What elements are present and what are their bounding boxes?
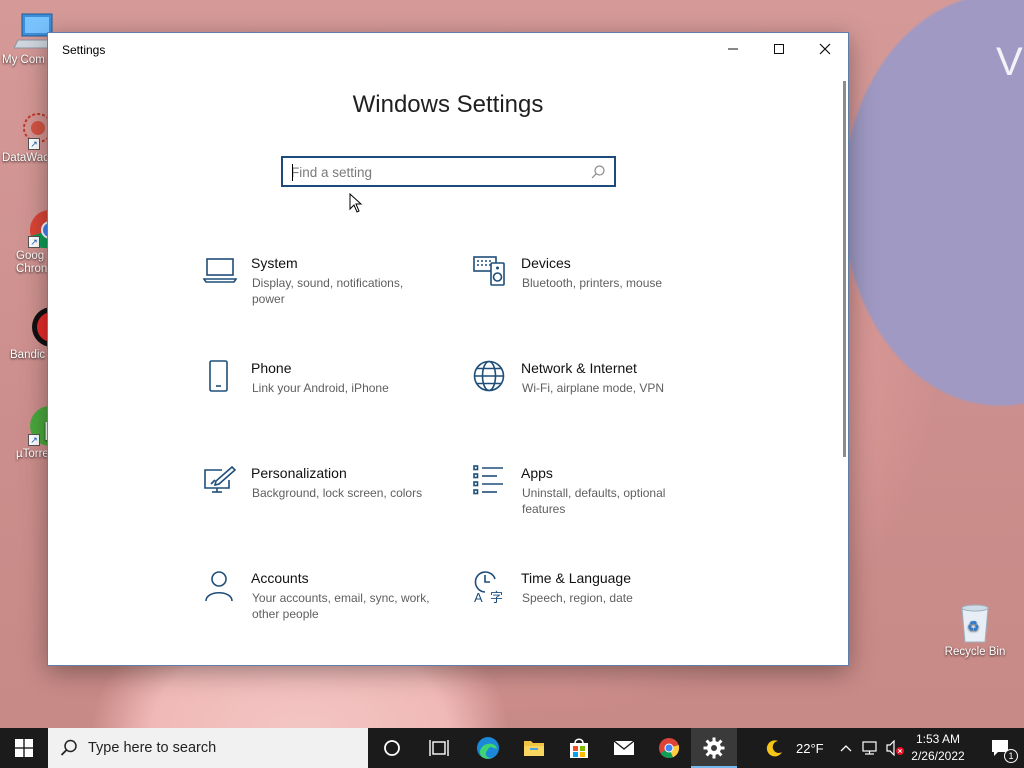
mail-icon	[613, 740, 635, 755]
gear-icon	[703, 737, 725, 759]
clock-date: 2/26/2022	[911, 749, 965, 763]
network-tray-button[interactable]	[858, 728, 882, 768]
search-icon	[60, 739, 77, 756]
tile-accounts[interactable]: Accounts Your accounts, email, sync, wor…	[203, 570, 443, 640]
tile-system[interactable]: System Display, sound, notifications, po…	[203, 255, 443, 325]
taskbar-file-explorer[interactable]	[511, 728, 557, 768]
title-bar[interactable]: Settings	[48, 33, 848, 67]
notification-count-badge: 1	[1004, 749, 1018, 763]
volume-tray-button[interactable]	[883, 728, 907, 768]
network-icon	[862, 741, 877, 755]
windows-logo-icon	[15, 739, 33, 757]
apps-icon	[473, 465, 503, 495]
search-input[interactable]	[291, 162, 581, 182]
personalization-icon	[204, 465, 237, 493]
chevron-up-icon	[840, 745, 852, 752]
clock[interactable]: 1:53 AM 2/26/2022	[906, 728, 970, 768]
tile-description: Link your Android, iPhone	[252, 381, 389, 395]
tile-apps[interactable]: Apps Uninstall, defaults, optional featu…	[473, 465, 713, 535]
settings-window: Settings Windows Settings System Display…	[47, 32, 849, 666]
search-icon[interactable]	[590, 164, 606, 180]
desktop-icon-label: Recycle Bin	[944, 646, 1006, 658]
task-view-icon	[429, 740, 449, 756]
folder-icon	[524, 741, 544, 756]
person-icon	[205, 571, 233, 602]
globe-icon	[473, 360, 505, 392]
scrollbar[interactable]	[843, 81, 846, 457]
maximize-icon	[774, 44, 784, 54]
window-title: Settings	[62, 43, 106, 57]
weather-temperature: 22°F	[796, 741, 824, 756]
chrome-icon	[659, 738, 680, 758]
tile-title: Time & Language	[521, 570, 631, 586]
taskbar-settings[interactable]	[691, 728, 737, 768]
maximize-button[interactable]	[756, 33, 802, 65]
page-title: Windows Settings	[352, 91, 544, 118]
svg-text:A: A	[474, 590, 483, 604]
wallpaper-decoration: V	[996, 40, 1023, 84]
show-hidden-icons-button[interactable]	[836, 728, 856, 768]
tile-phone[interactable]: Phone Link your Android, iPhone	[203, 360, 443, 430]
tile-description: Background, lock screen, colors	[252, 486, 423, 500]
taskbar-edge[interactable]	[465, 728, 511, 768]
taskbar-chrome[interactable]	[646, 728, 692, 768]
svg-text:♻: ♻	[967, 619, 980, 635]
close-icon	[819, 43, 831, 55]
weather-widget[interactable]: 22°F	[760, 728, 830, 768]
close-button[interactable]	[802, 33, 848, 65]
devices-icon	[473, 256, 505, 286]
volume-muted-icon	[886, 740, 904, 756]
tile-title: Accounts	[251, 570, 309, 586]
mouse-cursor-icon	[349, 193, 363, 213]
shortcut-arrow-icon: ↗	[28, 138, 40, 150]
tile-description: Bluetooth, printers, mouse	[522, 276, 663, 290]
taskbar-search-box[interactable]: Type here to search	[48, 728, 368, 768]
shortcut-arrow-icon: ↗	[28, 434, 40, 446]
tile-time-language[interactable]: A 字 Time & Language Speech, region, date	[473, 570, 713, 640]
minimize-button[interactable]	[710, 33, 756, 65]
taskbar-search-text: Type here to search	[88, 740, 217, 756]
task-view-button[interactable]	[416, 728, 462, 768]
phone-icon	[209, 360, 228, 392]
tile-title: Apps	[521, 465, 553, 481]
start-button[interactable]	[0, 728, 48, 768]
tile-personalization[interactable]: Personalization Background, lock screen,…	[203, 465, 443, 535]
tile-title: System	[251, 255, 298, 271]
tile-description: Display, sound, notifications, power	[252, 276, 404, 306]
taskbar-store[interactable]	[556, 728, 602, 768]
cortana-button[interactable]	[369, 728, 415, 768]
search-box[interactable]	[281, 156, 616, 187]
shortcut-arrow-icon: ↗	[28, 236, 40, 248]
recycle-bin-icon: ♻	[954, 602, 996, 644]
store-icon	[570, 738, 588, 758]
minimize-icon	[728, 48, 738, 50]
clock-time: 1:53 AM	[915, 732, 961, 746]
moon-icon	[766, 740, 782, 757]
cortana-icon	[384, 740, 400, 756]
desktop-icon-recycle-bin[interactable]: ♻ Recycle Bin	[940, 602, 1010, 659]
tile-description: Your accounts, email, sync, work, other …	[252, 591, 430, 621]
action-center-button[interactable]: 1	[978, 728, 1024, 768]
tile-description: Uninstall, defaults, optional features	[522, 486, 666, 516]
tile-title: Devices	[521, 255, 571, 271]
tile-description: Speech, region, date	[522, 591, 633, 605]
tile-description: Wi-Fi, airplane mode, VPN	[522, 381, 665, 395]
laptop-icon	[203, 258, 237, 283]
text-caret	[292, 164, 293, 181]
taskbar-mail[interactable]	[601, 728, 647, 768]
time-language-icon: A 字	[474, 571, 503, 604]
tile-title: Network & Internet	[521, 360, 637, 376]
edge-icon	[477, 737, 499, 759]
tile-title: Phone	[251, 360, 292, 376]
tile-title: Personalization	[251, 465, 347, 481]
tile-devices[interactable]: Devices Bluetooth, printers, mouse	[473, 255, 713, 325]
taskbar: Type here to search 22°F 1:53 AM 2/26/20…	[0, 728, 1024, 768]
tile-network-internet[interactable]: Network & Internet Wi-Fi, airplane mode,…	[473, 360, 713, 430]
svg-text:字: 字	[490, 591, 503, 604]
